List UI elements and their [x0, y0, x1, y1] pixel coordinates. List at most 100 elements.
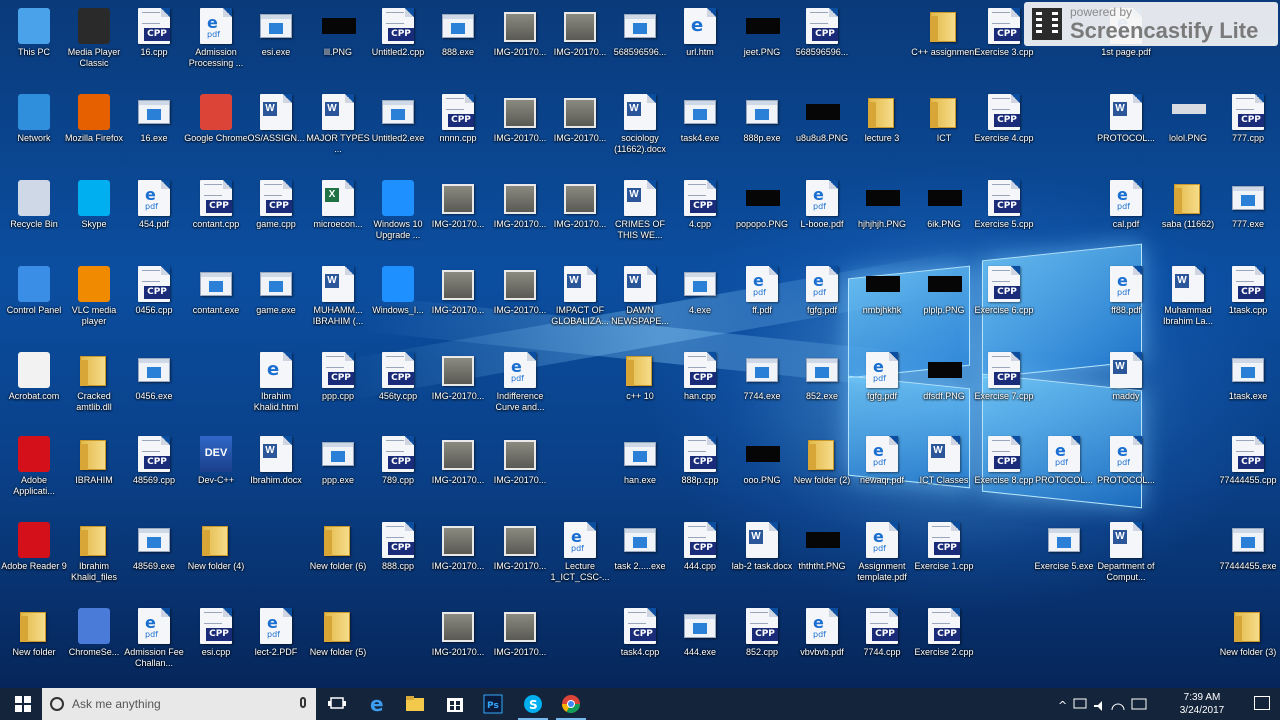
desktop-icon[interactable]: e pdf lect-2.PDF — [245, 604, 307, 686]
desktop-icon[interactable]: CPP 4.cpp — [669, 176, 731, 258]
desktop-icon[interactable]: 444.exe — [669, 604, 731, 686]
desktop-icon[interactable]: New folder — [3, 604, 65, 686]
desktop-icon[interactable]: IMG-20170... — [489, 604, 551, 686]
desktop-icon[interactable]: ooo.PNG — [731, 432, 793, 514]
desktop-icon[interactable]: e pdf PROTOCOL... — [1033, 432, 1095, 514]
desktop-icon[interactable]: Wmaddy — [1095, 348, 1157, 430]
desktop-icon[interactable]: lll.PNG — [307, 4, 369, 86]
desktop-icon[interactable]: W Muhammad Ibrahim La... — [1157, 262, 1219, 344]
desktop-icon[interactable]: e pdf newaqr.pdf — [851, 432, 913, 514]
desktop-icon[interactable]: IBRAHIM — [63, 432, 125, 514]
desktop-icon[interactable]: New folder (2) — [791, 432, 853, 514]
desktop-icon[interactable]: IMG-20170... — [489, 90, 551, 172]
desktop-icon[interactable]: e pdf L-booe.pdf — [791, 176, 853, 258]
desktop-icon[interactable]: IMG-20170... — [489, 262, 551, 344]
desktop-icon[interactable]: esi.exe — [245, 4, 307, 86]
desktop-icon[interactable]: e pdf PROTOCOL... — [1095, 432, 1157, 514]
start-button[interactable] — [4, 688, 42, 720]
desktop-icon[interactable]: lecture 3 — [851, 90, 913, 172]
desktop-icon[interactable]: CPP 7744.cpp — [851, 604, 913, 686]
store-button[interactable] — [440, 692, 470, 716]
desktop-icon[interactable]: CPP 568596596... — [791, 4, 853, 86]
desktop-icon[interactable]: 852.exe — [791, 348, 853, 430]
desktop-icon[interactable]: CPP Exercise 5.cpp — [973, 176, 1035, 258]
desktop-icon[interactable]: CPP Exercise 4.cpp — [973, 90, 1035, 172]
desktop-icon[interactable]: 888p.exe — [731, 90, 793, 172]
desktop-icon[interactable]: e pdf fgfg.pdf — [851, 348, 913, 430]
desktop-icon[interactable]: task4.exe — [669, 90, 731, 172]
desktop-icon[interactable]: CPP ppp.cpp — [307, 348, 369, 430]
desktop-icon[interactable]: CPP han.cpp — [669, 348, 731, 430]
desktop-icon[interactable]: ICT — [913, 90, 975, 172]
skype-button[interactable]: S — [518, 692, 548, 720]
desktop-icon[interactable]: CPP 48569.cpp — [123, 432, 185, 514]
desktop-icon[interactable]: Mozilla Firefox — [63, 90, 125, 172]
desktop-icon[interactable]: game.exe — [245, 262, 307, 344]
desktop-icon[interactable]: e url.htm — [669, 4, 731, 86]
edge-button[interactable]: e — [362, 692, 392, 716]
desktop-icon[interactable]: e pdf vbvbvb.pdf — [791, 604, 853, 686]
desktop-icon[interactable]: lolol.PNG — [1157, 90, 1219, 172]
desktop-icon[interactable]: CPP 852.cpp — [731, 604, 793, 686]
desktop-icon[interactable]: e pdf ff88.pdf — [1095, 262, 1157, 344]
desktop-icon[interactable]: IMG-20170... — [489, 176, 551, 258]
desktop-icon[interactable]: 568596596... — [609, 4, 671, 86]
action-center-button[interactable] — [1254, 696, 1270, 710]
desktop-icon[interactable]: IMG-20170... — [489, 432, 551, 514]
desktop-icon[interactable]: IMG-20170... — [489, 4, 551, 86]
desktop-icon[interactable]: New folder (6) — [307, 518, 369, 600]
desktop-icon[interactable]: CPP 456ty.cpp — [367, 348, 429, 430]
desktop-icon[interactable]: 7744.exe — [731, 348, 793, 430]
desktop-icon[interactable]: Ibrahim Khalid_files — [63, 518, 125, 600]
desktop-icon[interactable]: W Ibrahim.docx — [245, 432, 307, 514]
desktop-icon[interactable]: IMG-20170... — [549, 4, 611, 86]
desktop-icon[interactable]: This PC — [3, 4, 65, 86]
desktop-icon[interactable]: 777.exe — [1217, 176, 1279, 258]
photoshop-button[interactable]: Ps — [478, 692, 508, 716]
desktop-icon[interactable]: Adobe Reader 9 — [1, 518, 67, 600]
desktop-icon[interactable]: CPP 16.cpp — [123, 4, 185, 86]
desktop-icon[interactable]: 6ik.PNG — [913, 176, 975, 258]
chrome-button[interactable] — [556, 692, 586, 720]
desktop-icon[interactable]: CPP Exercise 7.cpp — [973, 348, 1035, 430]
desktop-icon[interactable]: W DAWN NEWSPAPE... — [609, 262, 671, 344]
desktop-icon[interactable]: 4.exe — [669, 262, 731, 344]
desktop-icon[interactable]: e pdf Admission Processing ... — [185, 4, 247, 86]
desktop-icon[interactable]: saba (11662) — [1157, 176, 1219, 258]
desktop-icon[interactable]: CPP 888p.cpp — [669, 432, 731, 514]
desktop-icon[interactable]: plplp.PNG — [913, 262, 975, 344]
desktop-icon[interactable]: CPP Exercise 1.cpp — [913, 518, 975, 600]
desktop-icon[interactable]: CPP Exercise 6.cpp — [973, 262, 1035, 344]
desktop-icon[interactable]: W OS/ASSIGN... — [245, 90, 307, 172]
desktop-icon[interactable]: Untitled2.exe — [367, 90, 429, 172]
desktop-icon[interactable]: contant.exe — [185, 262, 247, 344]
desktop-icon[interactable]: IMG-20170... — [427, 432, 489, 514]
desktop-icon[interactable]: CPP 444.cpp — [669, 518, 731, 600]
desktop-icon[interactable]: CPP 77444455.cpp — [1217, 432, 1279, 514]
desktop-icon[interactable]: 48569.exe — [123, 518, 185, 600]
desktop-icon[interactable]: e pdf cal.pdf — [1095, 176, 1157, 258]
desktop-icon[interactable]: e pdf Assignment template.pdf — [851, 518, 913, 600]
desktop-icon[interactable]: CPP game.cpp — [245, 176, 307, 258]
desktop-icon[interactable]: CPP Exercise 8.cpp — [973, 432, 1035, 514]
desktop-icon[interactable]: CPP contant.cpp — [185, 176, 247, 258]
desktop-icon[interactable]: IMG-20170... — [427, 604, 489, 686]
desktop-icon[interactable]: 1task.exe — [1217, 348, 1279, 430]
desktop-icon[interactable]: W ICT Classes — [913, 432, 975, 514]
desktop-icon[interactable]: Control Panel — [3, 262, 65, 344]
desktop-icon[interactable]: Skype — [63, 176, 125, 258]
desktop-icon[interactable]: Recycle Bin — [3, 176, 65, 258]
desktop-icon[interactable]: CPP 0456.cpp — [123, 262, 185, 344]
desktop-icon[interactable]: e Ibrahim Khalid.html — [245, 348, 307, 430]
desktop-icon[interactable]: IMG-20170... — [427, 348, 489, 430]
desktop-icon[interactable]: IMG-20170... — [549, 90, 611, 172]
desktop-icon[interactable]: New folder (4) — [185, 518, 247, 600]
desktop-icon[interactable]: e pdf Admission Fee Challan... — [123, 604, 185, 686]
desktop-icon[interactable]: Network — [3, 90, 65, 172]
desktop-icon[interactable]: CPP 777.cpp — [1217, 90, 1279, 172]
desktop-icon[interactable]: u8u8u8.PNG — [791, 90, 853, 172]
desktop-icon[interactable]: Exercise 5.exe — [1033, 518, 1095, 600]
desktop-icon[interactable]: Acrobat.com — [3, 348, 65, 430]
desktop-icon[interactable]: New folder (3) — [1217, 604, 1279, 686]
desktop-icon[interactable]: Cracked amtlib.dll — [63, 348, 125, 430]
